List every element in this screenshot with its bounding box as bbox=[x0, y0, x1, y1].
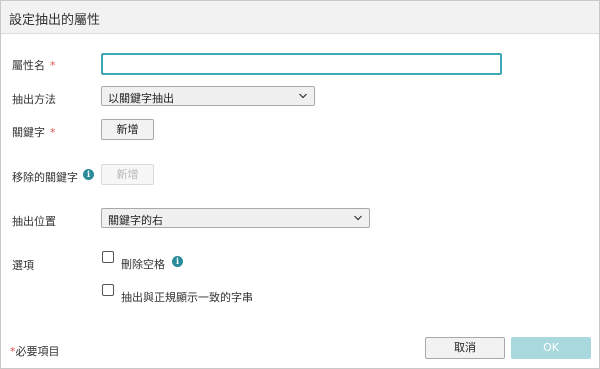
options-label: 選項 bbox=[12, 259, 34, 272]
keyword-label-text: 關鍵字 bbox=[12, 126, 45, 139]
extract-position-select[interactable]: 關鍵字的右 bbox=[101, 208, 370, 228]
keyword-label: 關鍵字 * bbox=[12, 124, 56, 140]
required-note: *必要項目 bbox=[10, 343, 60, 359]
remove-spaces-checkbox[interactable] bbox=[102, 251, 114, 263]
keyword-add-button[interactable]: 新增 bbox=[101, 119, 154, 140]
info-icon[interactable]: i bbox=[83, 169, 94, 180]
extract-position-value: 關鍵字的右 bbox=[108, 214, 163, 227]
extract-position-label: 抽出位置 bbox=[12, 215, 56, 228]
dialog-title: 設定抽出的屬性 bbox=[9, 13, 101, 28]
attribute-name-label-text: 屬性名 bbox=[12, 59, 45, 72]
ok-button[interactable]: OK bbox=[511, 337, 591, 359]
remove-keyword-add-button[interactable]: 新增 bbox=[101, 164, 154, 185]
chevron-down-icon bbox=[354, 215, 362, 221]
required-mark: * bbox=[50, 59, 56, 72]
remove-keyword-label: 移除的關鍵字 bbox=[12, 171, 78, 184]
regex-match-label: 抽出與正規顯示一致的字串 bbox=[121, 291, 253, 304]
attribute-name-label: 屬性名 * bbox=[12, 57, 56, 73]
extract-method-label: 抽出方法 bbox=[12, 93, 56, 106]
chevron-down-icon bbox=[299, 93, 307, 99]
required-note-text: 必要項目 bbox=[15, 345, 60, 358]
extract-method-select[interactable]: 以關鍵字抽出 bbox=[101, 86, 315, 106]
required-mark: * bbox=[50, 126, 56, 139]
dialog: 設定抽出的屬性 屬性名 * 抽出方法 以關鍵字抽出 關鍵字 * 新增 移除的關鍵字 … bbox=[0, 0, 600, 369]
extract-method-value: 以關鍵字抽出 bbox=[108, 92, 174, 105]
regex-match-checkbox[interactable] bbox=[102, 284, 114, 296]
info-icon[interactable]: i bbox=[172, 256, 183, 267]
title-bar: 設定抽出的屬性 bbox=[1, 1, 599, 34]
attribute-name-input[interactable] bbox=[101, 53, 502, 75]
remove-spaces-label: 刪除空格 bbox=[121, 258, 165, 271]
cancel-button[interactable]: 取消 bbox=[425, 337, 505, 359]
